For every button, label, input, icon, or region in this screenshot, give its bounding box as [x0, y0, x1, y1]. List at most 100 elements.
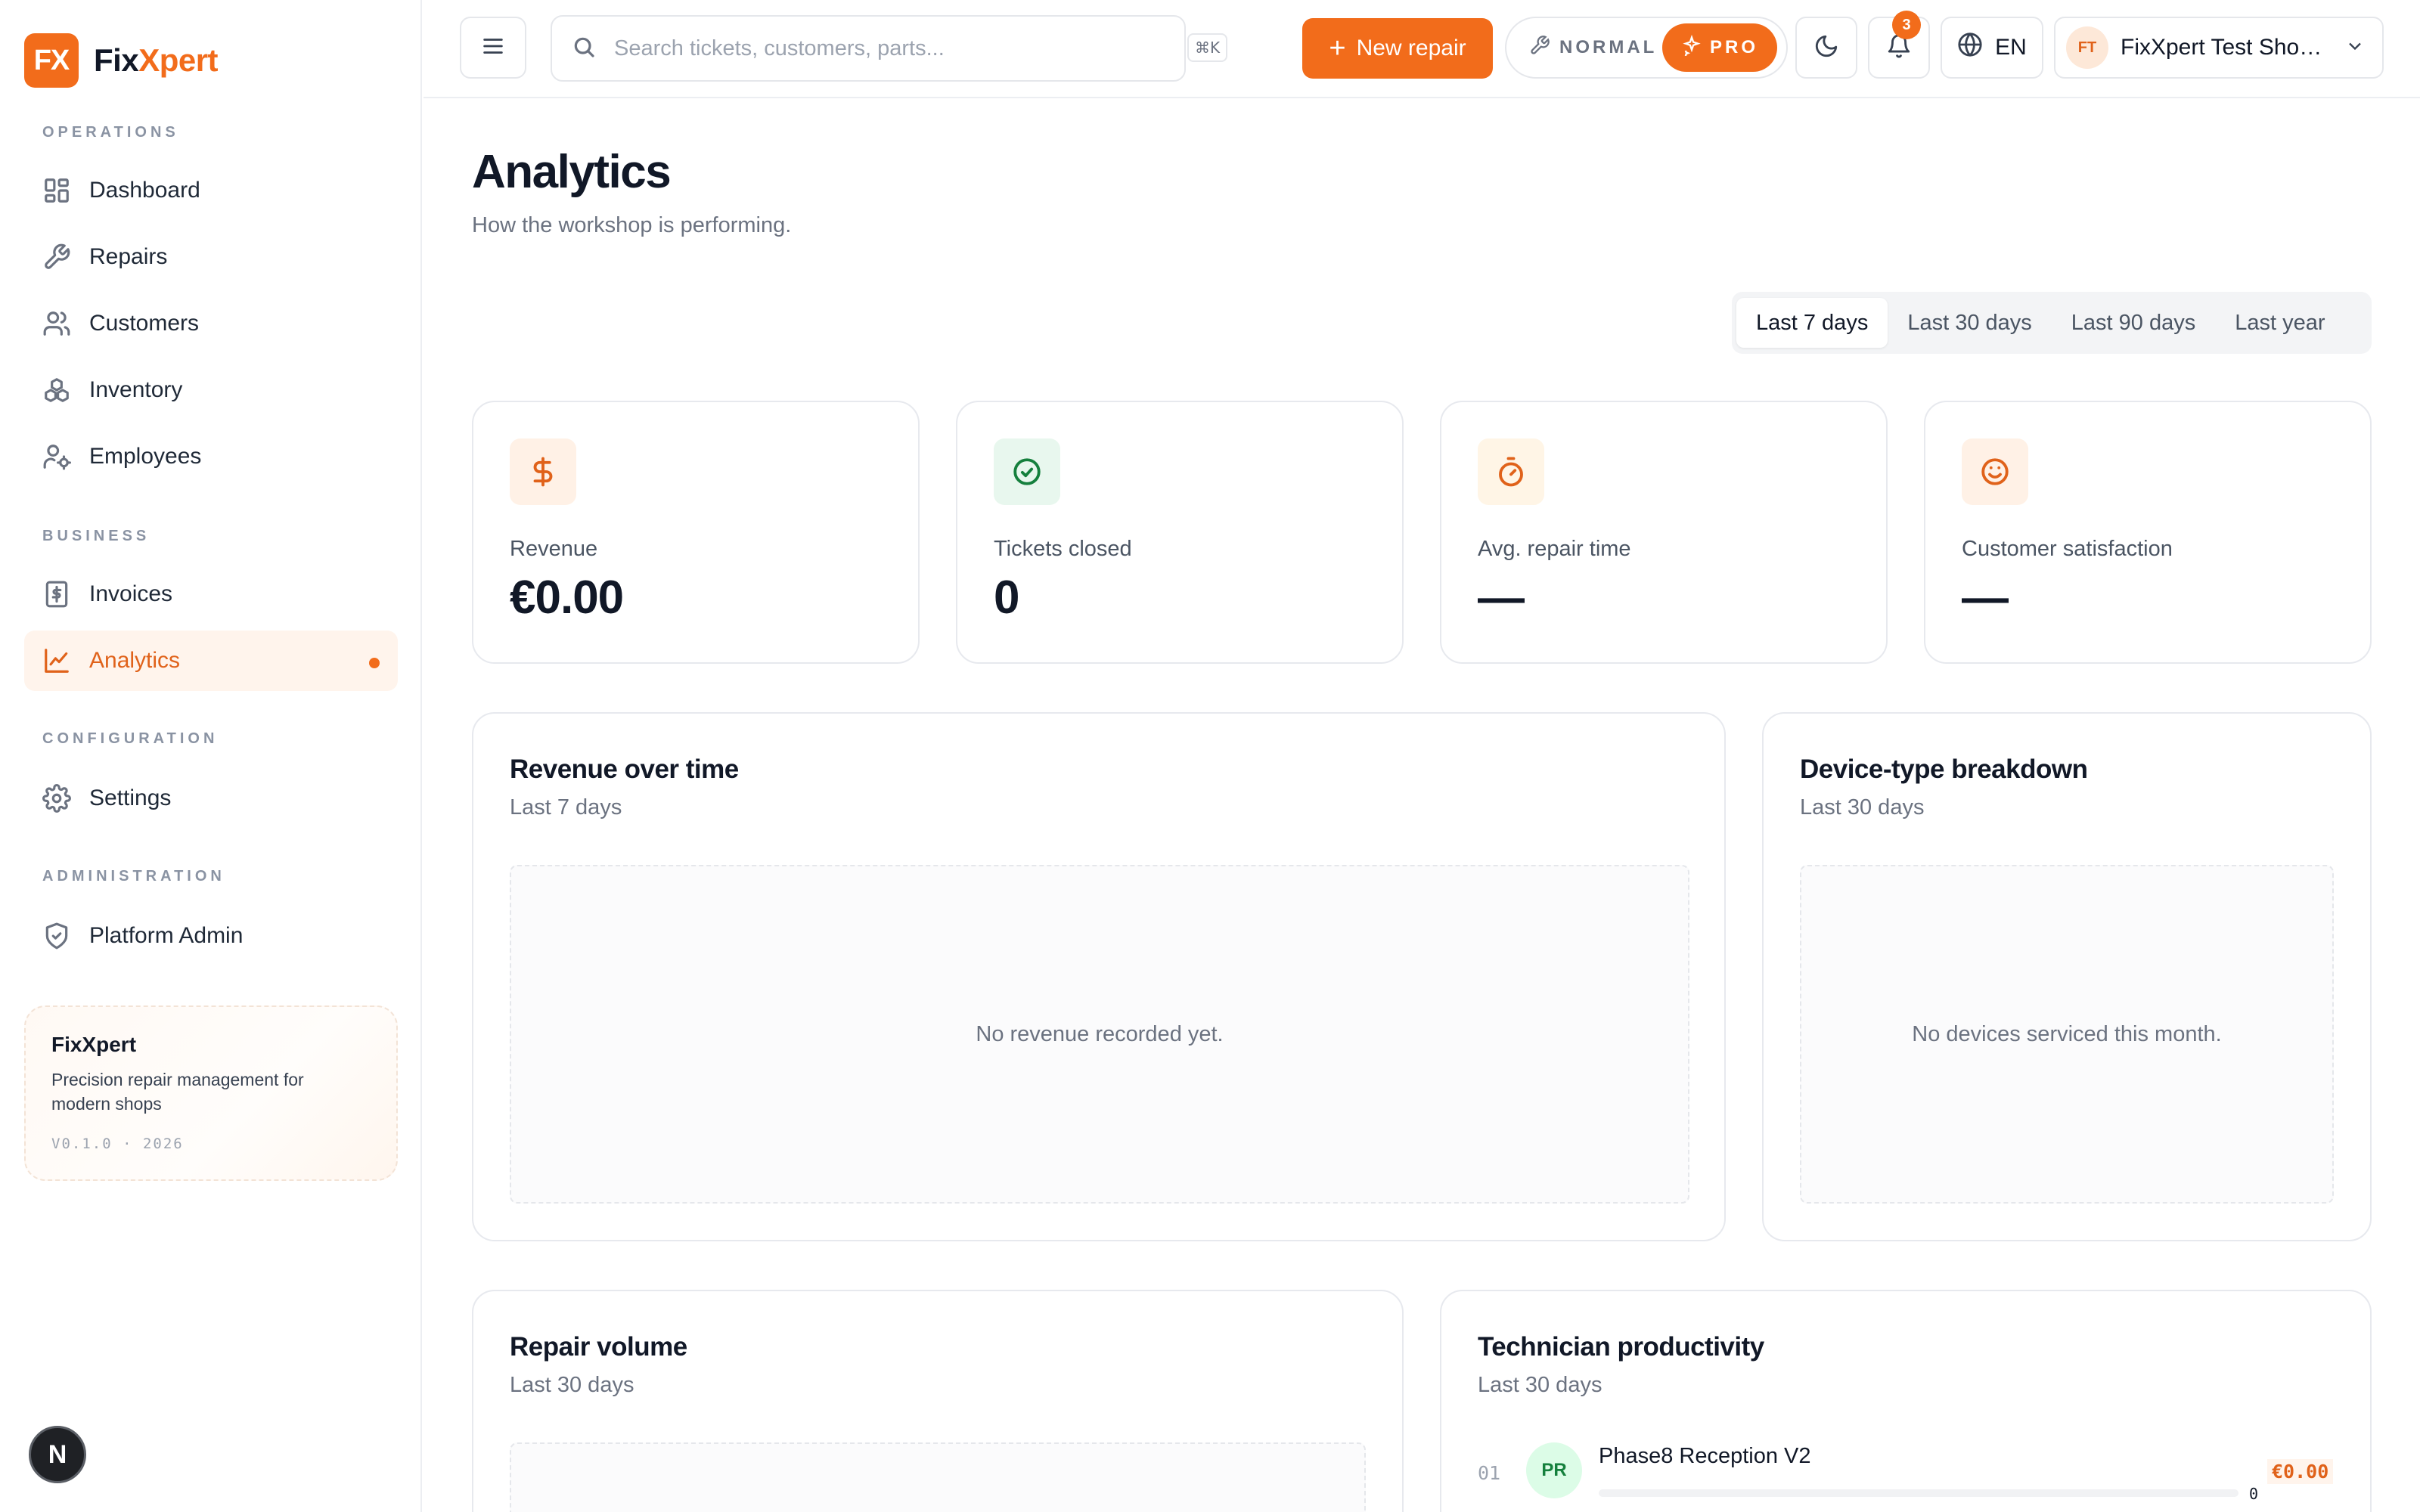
wrench-icon: [1529, 35, 1559, 61]
shield-check-icon: [41, 920, 73, 952]
technician-row[interactable]: 01 PR Phase8 Reception V2 0 €0.00: [1478, 1442, 2334, 1503]
account-name: FixXpert Test Shop ...: [2121, 35, 2332, 60]
sidebar-item-platform-admin[interactable]: Platform Admin: [24, 906, 398, 966]
notifications-button[interactable]: 3: [1868, 11, 1930, 79]
timer-icon: [1478, 438, 1544, 505]
technician-productivity-panel: Technician productivity Last 30 days 01 …: [1440, 1290, 2372, 1512]
brand-name-part1: Fix: [94, 42, 139, 78]
mode-toggle: NORMAL PRO: [1505, 17, 1788, 79]
gear-icon: [41, 782, 73, 814]
tab-last-90-days[interactable]: Last 90 days: [2052, 298, 2215, 348]
theme-toggle-button[interactable]: [1795, 17, 1857, 79]
receipt-icon: [41, 578, 73, 610]
language-label: EN: [1995, 35, 2027, 60]
product-version: V0.1.0 · 2026: [51, 1136, 184, 1152]
menu-toggle-button[interactable]: [460, 17, 526, 79]
stat-card-revenue: Revenue €0.00: [472, 401, 920, 664]
globe-icon: [1957, 32, 1995, 64]
check-circle-icon: [994, 438, 1060, 505]
technician-rank: 01: [1478, 1462, 1501, 1484]
panel-subtitle: Last 30 days: [1800, 795, 1925, 820]
dev-tools-button[interactable]: N: [29, 1426, 86, 1483]
technician-repair-count: 0: [2249, 1485, 2259, 1503]
mode-pro-label: PRO: [1709, 37, 1758, 57]
user-cog-icon: [41, 441, 73, 472]
technician-name: Phase8 Reception V2: [1599, 1444, 1811, 1468]
device-empty-state: No devices serviced this month.: [1800, 865, 2334, 1204]
moon-icon: [1813, 33, 1839, 63]
sidebar-item-label: Inventory: [89, 377, 183, 402]
mode-pro-option[interactable]: PRO: [1662, 23, 1777, 72]
search-icon: [572, 35, 596, 63]
revenue-over-time-panel: Revenue over time Last 7 days No revenue…: [472, 712, 1726, 1241]
sidebar-item-label: Settings: [89, 785, 172, 810]
chevron-down-icon: [2332, 36, 2366, 60]
panel-title: Technician productivity: [1478, 1332, 1764, 1362]
users-icon: [41, 308, 73, 339]
active-indicator-dot: [369, 658, 380, 668]
brand-logo: FX: [24, 33, 79, 88]
brand-name: FixXpert: [94, 42, 219, 79]
panel-title: Device-type breakdown: [1800, 754, 2088, 784]
search-input[interactable]: [614, 36, 1143, 61]
sidebar-item-repairs[interactable]: Repairs: [24, 227, 398, 287]
stat-label: Revenue: [510, 537, 598, 561]
dollar-icon: [510, 438, 576, 505]
tab-last-7-days[interactable]: Last 7 days: [1736, 298, 1888, 348]
sidebar-item-label: Employees: [89, 444, 202, 469]
stat-label: Tickets closed: [994, 537, 1132, 561]
panel-subtitle: Last 7 days: [510, 795, 622, 820]
stat-card-tickets-closed: Tickets closed 0: [956, 401, 1404, 664]
search-box[interactable]: [551, 15, 1186, 82]
sidebar-item-label: Invoices: [89, 581, 173, 606]
panel-title: Revenue over time: [510, 754, 739, 784]
product-info-description: Precision repair management for modern s…: [51, 1070, 304, 1114]
notification-count-badge: 3: [1892, 11, 1921, 39]
new-repair-label: New repair: [1356, 36, 1466, 60]
stat-card-avg-repair-time: Avg. repair time —: [1440, 401, 1888, 664]
brand[interactable]: FX FixXpert: [24, 33, 219, 88]
stat-value: €0.00: [510, 572, 624, 624]
nav-section-operations: OPERATIONS: [42, 124, 179, 141]
technician-progress-bar: [1599, 1489, 2238, 1497]
sidebar-item-label: Dashboard: [89, 178, 200, 203]
stat-value: —: [1478, 572, 1525, 624]
sparkles-icon: [1681, 34, 1710, 61]
mode-normal-option[interactable]: NORMAL: [1511, 35, 1662, 61]
smile-icon: [1962, 438, 2028, 505]
sidebar-item-invoices[interactable]: Invoices: [24, 564, 398, 624]
plus-icon: +: [1329, 33, 1346, 64]
revenue-empty-state: No revenue recorded yet.: [510, 865, 1689, 1204]
date-range-tabs: Last 7 days Last 30 days Last 90 days La…: [1732, 292, 2372, 354]
panel-title: Repair volume: [510, 1332, 687, 1362]
mode-normal-label: NORMAL: [1559, 37, 1658, 57]
repair-volume-panel: Repair volume Last 30 days: [472, 1290, 1404, 1512]
page-title: Analytics: [472, 146, 672, 198]
page-subtitle: How the workshop is performing.: [472, 213, 792, 237]
stat-label: Avg. repair time: [1478, 537, 1631, 561]
device-type-breakdown-panel: Device-type breakdown Last 30 days No de…: [1762, 712, 2372, 1241]
nav-section-business: BUSINESS: [42, 528, 150, 544]
sidebar-item-employees[interactable]: Employees: [24, 426, 398, 487]
sidebar-item-label: Platform Admin: [89, 923, 244, 948]
sidebar-item-analytics[interactable]: Analytics: [24, 631, 398, 691]
stat-value: —: [1962, 572, 2009, 624]
sidebar-item-label: Customers: [89, 311, 200, 336]
line-chart-icon: [41, 645, 73, 677]
account-switcher[interactable]: FT FixXpert Test Shop ...: [2054, 17, 2384, 79]
stat-label: Customer satisfaction: [1962, 537, 2173, 561]
language-switcher[interactable]: EN: [1941, 17, 2043, 79]
technician-revenue: €0.00: [2267, 1459, 2334, 1484]
stat-value: 0: [994, 572, 1019, 624]
sidebar-item-customers[interactable]: Customers: [24, 293, 398, 354]
topbar: ⌘K + New repair NORMAL PRO 3 EN FT FixXp…: [424, 0, 2420, 98]
tab-last-year[interactable]: Last year: [2215, 298, 2344, 348]
sidebar-item-label: Repairs: [89, 244, 168, 269]
tab-last-30-days[interactable]: Last 30 days: [1888, 298, 2051, 348]
search-shortcut-hint: ⌘K: [1187, 33, 1228, 62]
sidebar-item-dashboard[interactable]: Dashboard: [24, 160, 398, 221]
sidebar-item-inventory[interactable]: Inventory: [24, 360, 398, 420]
new-repair-button[interactable]: + New repair: [1302, 18, 1493, 79]
hamburger-icon: [480, 33, 506, 63]
sidebar-item-settings[interactable]: Settings: [24, 768, 398, 829]
